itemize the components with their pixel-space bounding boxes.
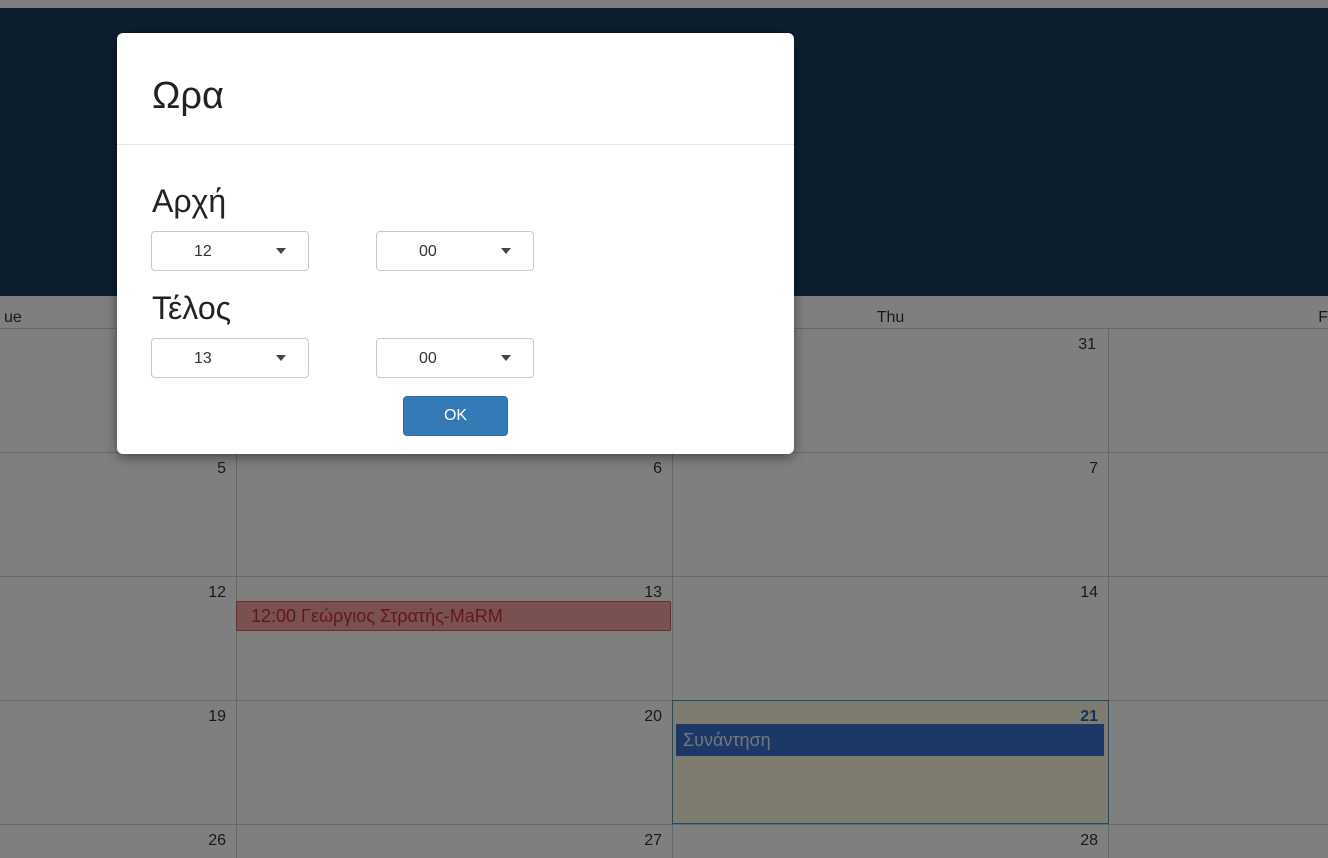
ok-button[interactable]: OK xyxy=(403,396,508,436)
chevron-down-icon xyxy=(501,248,511,254)
end-minute-value: 00 xyxy=(419,350,437,367)
end-minute-select[interactable]: 00 xyxy=(376,338,534,378)
end-hour-select[interactable]: 13 xyxy=(151,338,309,378)
end-hour-value: 13 xyxy=(194,350,212,367)
end-label: Τέλος xyxy=(152,290,232,326)
dialog-header: Ωρα xyxy=(117,33,794,145)
start-label: Αρχή xyxy=(152,183,227,219)
start-minute-select[interactable]: 00 xyxy=(376,231,534,271)
time-dialog: Ωρα Αρχή 12 00 Τέλος 13 00 OK xyxy=(117,33,794,454)
chevron-down-icon xyxy=(276,355,286,361)
chevron-down-icon xyxy=(501,355,511,361)
start-minute-value: 00 xyxy=(419,243,437,260)
dialog-title: Ωρα xyxy=(152,75,224,117)
start-hour-select[interactable]: 12 xyxy=(151,231,309,271)
start-hour-value: 12 xyxy=(194,243,212,260)
chevron-down-icon xyxy=(276,248,286,254)
